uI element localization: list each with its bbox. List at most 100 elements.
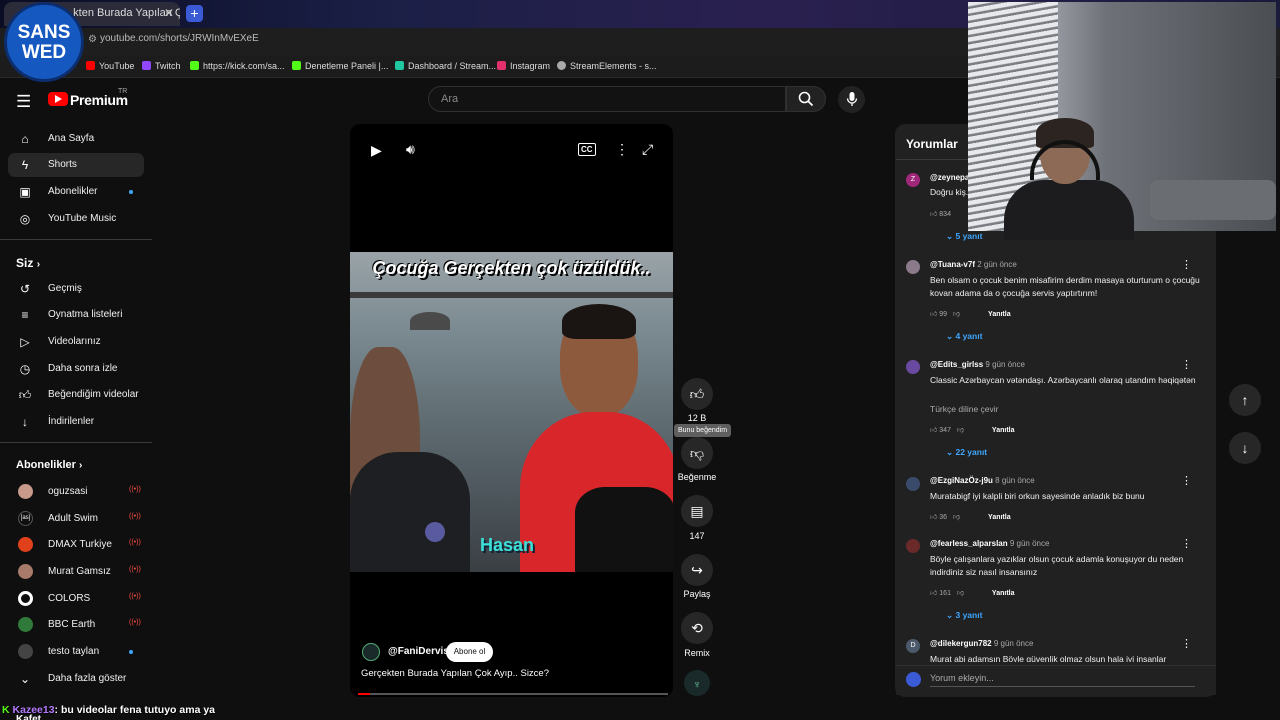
chat-message-line2: Kafet... — [16, 714, 50, 720]
site-info-icon[interactable]: ⚙ — [88, 34, 97, 45]
arrow-up-icon: ↑ — [1241, 392, 1249, 408]
sidebar-item-music[interactable]: ◎ YouTube Music — [8, 207, 144, 231]
avatar[interactable]: D — [906, 639, 920, 653]
channel-name[interactable]: @FaniDervis — [388, 646, 449, 657]
sidebar-channel-murat-gamsiz[interactable]: Murat Gamsız ((•)) — [8, 560, 144, 584]
replies-toggle[interactable]: ⌄ 22 yanıt — [946, 447, 987, 458]
sidebar-channel-adult-swim[interactable]: [as] Adult Swim ((•)) — [8, 507, 144, 531]
twitch-icon — [142, 61, 151, 70]
thumbs-up-icon[interactable]: 👍︎ — [930, 514, 937, 521]
avatar — [18, 591, 33, 606]
thumbs-down-icon[interactable]: 👎︎ — [953, 311, 960, 318]
subscribe-button[interactable]: Abone ol — [446, 642, 493, 662]
comment-author[interactable]: @fearless_alparslan 9 gün önce — [930, 539, 1049, 548]
sidebar-channel-oguzsasi[interactable]: oguzsasi ((•)) — [8, 480, 144, 504]
reply-button[interactable]: Yanıtla — [992, 427, 1015, 434]
comment-author[interactable]: @dilekergun782 9 gün önce — [930, 639, 1033, 648]
comment-author[interactable]: @EzgiNazÖz-j9u 8 gün önce — [930, 476, 1035, 485]
more-vert-icon[interactable]: ⋮ — [1181, 358, 1192, 371]
avatar — [906, 672, 921, 687]
previous-short-button[interactable]: ↑ — [1229, 384, 1261, 416]
search-input[interactable]: Ara — [428, 86, 786, 112]
sidebar-channel-testo-taylan[interactable]: testo taylan — [8, 640, 144, 664]
replies-toggle[interactable]: ⌄ 5 yanıt — [946, 231, 982, 242]
sidebar-channel-dmax[interactable]: DMAX Turkiye ((•)) — [8, 533, 144, 557]
thumbs-up-icon[interactable]: 👍︎ — [930, 427, 937, 434]
bookmark-twitch[interactable]: Twitch — [142, 61, 181, 71]
next-short-button[interactable]: ↓ — [1229, 432, 1261, 464]
replies-toggle[interactable]: ⌄ 4 yanıt — [946, 331, 982, 342]
sidebar-item-history[interactable]: ↺ Geçmiş — [8, 277, 144, 301]
remix-button[interactable]: ⟲ — [681, 612, 713, 644]
subscriptions-section-title[interactable]: Abonelikler › — [16, 459, 82, 471]
thumbs-up-icon[interactable]: 👍︎ — [930, 311, 937, 318]
avatar[interactable] — [906, 477, 920, 491]
comment-input[interactable]: Yorum ekleyin... — [930, 673, 994, 683]
captions-icon[interactable]: CC — [578, 143, 596, 156]
avatar[interactable]: Z — [906, 173, 920, 187]
sidebar-item-playlists[interactable]: ≡ Oynatma listeleri — [8, 303, 144, 327]
play-icon[interactable]: ▶ — [371, 142, 382, 159]
url-input[interactable]: youtube.com/shorts/JRWInMvEXeE — [100, 33, 259, 44]
more-vert-icon[interactable]: ⋮ — [1181, 474, 1192, 487]
thumbs-down-icon[interactable]: 👎︎ — [957, 590, 964, 597]
video-progress-bar[interactable] — [358, 693, 668, 695]
search-button[interactable] — [786, 86, 826, 112]
sidebar-channel-bbc-earth[interactable]: BBC Earth ((•)) — [8, 613, 144, 637]
bookmark-streamelements[interactable]: StreamElements - s... — [557, 61, 657, 71]
short-caption[interactable]: Gerçekten Burada Yapılan Çok Ayıp.. Sizc… — [361, 668, 549, 679]
dislike-button[interactable]: 👎︎ — [681, 437, 713, 469]
thumbs-down-icon[interactable]: 👎︎ — [957, 427, 964, 434]
avatar — [18, 484, 33, 499]
avatar — [18, 644, 33, 659]
avatar[interactable] — [906, 360, 920, 374]
thumbs-up-icon[interactable]: 👍︎ — [930, 590, 937, 597]
replies-toggle[interactable]: ⌄ 3 yanıt — [946, 610, 982, 621]
avatar[interactable] — [906, 539, 920, 553]
more-vert-icon[interactable]: ⋮ — [1181, 637, 1192, 650]
bookmark-youtube[interactable]: YouTube — [86, 61, 134, 71]
comment-actions: 👍︎ 161 👎︎ Yanıtla — [930, 590, 1015, 597]
comment-author[interactable]: @Edits_girlss 9 gün önce — [930, 360, 1025, 369]
sidebar-item-shorts[interactable]: ϟ Shorts — [8, 153, 144, 177]
sidebar-item-your-videos[interactable]: ▷ Videolarınız — [8, 330, 144, 354]
share-button[interactable]: ↪ — [681, 554, 713, 586]
avatar — [18, 564, 33, 579]
mic-button[interactable] — [838, 86, 865, 113]
new-tab-button[interactable]: + — [186, 5, 203, 22]
divider — [0, 239, 152, 240]
more-vert-icon[interactable]: ⋮ — [1181, 537, 1192, 550]
bookmark-instagram[interactable]: Instagram — [497, 61, 550, 71]
like-button[interactable]: 👍︎ — [681, 378, 713, 410]
bookmark-dashboard[interactable]: Dashboard / Stream... — [395, 61, 496, 71]
sidebar-item-liked[interactable]: 👍︎ Beğendiğim videolar — [8, 383, 144, 407]
you-section-title[interactable]: Siz › — [16, 256, 40, 270]
sidebar-item-subscriptions[interactable]: ▣ Abonelikler — [8, 180, 144, 204]
sidebar-item-home[interactable]: ⌂ Ana Sayfa — [8, 127, 144, 151]
comment-author[interactable]: @Tuana-v7f 2 gün önce — [930, 260, 1017, 269]
tab-close-icon[interactable]: ✕ — [164, 6, 174, 20]
comment-like-button[interactable]: 👍︎ 834 — [930, 209, 951, 218]
sidebar-channel-colors[interactable]: COLORS ((•)) — [8, 587, 144, 611]
reply-button[interactable]: Yanıtla — [988, 311, 1011, 318]
translate-link[interactable]: Türkçe diline çevir — [930, 404, 999, 414]
avatar[interactable] — [906, 260, 920, 274]
volume-icon[interactable]: 🔊︎ — [406, 141, 415, 158]
menu-icon[interactable]: ☰ — [16, 92, 31, 112]
sound-avatar-button[interactable]: ♆ — [684, 670, 710, 696]
show-more-button[interactable]: ⌄ Daha fazla göster — [8, 667, 144, 691]
channel-logo-icon: ♆ — [692, 679, 702, 691]
comments-button[interactable]: ▤ — [681, 495, 713, 527]
bookmark-kick[interactable]: https://kick.com/sa... — [190, 61, 285, 71]
more-vert-icon[interactable]: ⋮ — [615, 141, 629, 158]
channel-avatar[interactable] — [362, 643, 380, 661]
youtube-logo-icon[interactable] — [48, 92, 68, 106]
thumbs-down-icon[interactable]: 👎︎ — [953, 514, 960, 521]
reply-button[interactable]: Yanıtla — [988, 514, 1011, 521]
bookmark-denetleme[interactable]: Denetleme Paneli |... — [292, 61, 388, 71]
fullscreen-icon[interactable]: ⤢ — [642, 141, 653, 158]
sidebar-item-downloads[interactable]: ↓ İndirilenler — [8, 410, 144, 434]
more-vert-icon[interactable]: ⋮ — [1181, 258, 1192, 271]
sidebar-item-watch-later[interactable]: ◷ Daha sonra izle — [8, 357, 144, 381]
reply-button[interactable]: Yanıtla — [992, 590, 1015, 597]
